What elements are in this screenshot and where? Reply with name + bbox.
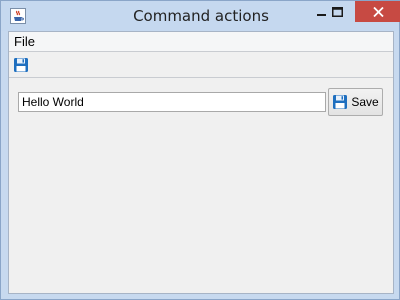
- close-button[interactable]: [355, 1, 400, 22]
- title-bar[interactable]: Command actions: [1, 1, 400, 31]
- text-input[interactable]: Hello World: [18, 92, 326, 112]
- floppy-disk-icon: [14, 58, 28, 72]
- menu-file[interactable]: File: [14, 34, 35, 49]
- close-icon: [372, 6, 384, 17]
- menu-bar: File: [9, 32, 393, 52]
- toolbar-save-button[interactable]: [12, 56, 30, 74]
- toolbar: [9, 52, 393, 78]
- maximize-icon: [332, 6, 343, 17]
- maximize-button[interactable]: [324, 1, 351, 22]
- client-area: File Hello World Save: [8, 31, 394, 294]
- floppy-disk-icon: [333, 95, 348, 109]
- save-button-label: Save: [351, 95, 379, 109]
- app-window: Command actions File Hello World Save: [0, 0, 400, 300]
- save-button[interactable]: Save: [328, 88, 383, 116]
